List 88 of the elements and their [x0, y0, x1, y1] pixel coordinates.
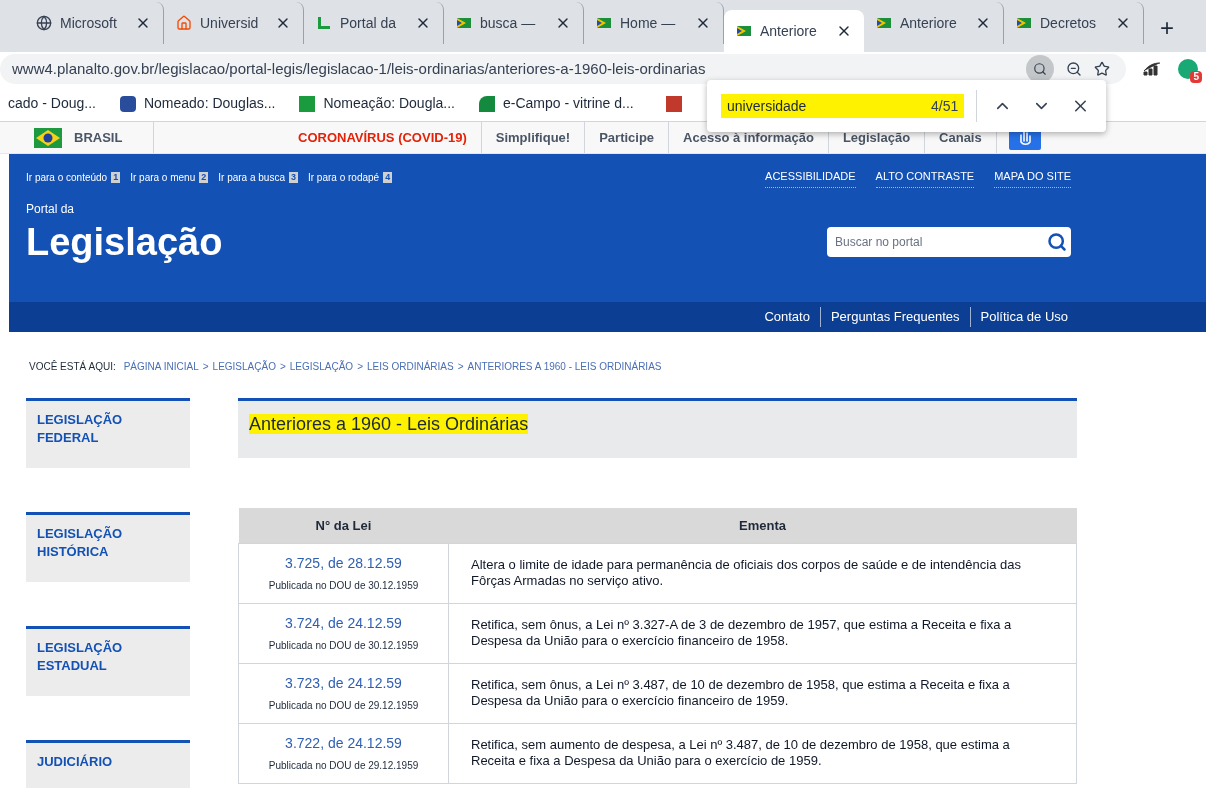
- tab-title: Universid: [200, 13, 260, 33]
- separator: >: [357, 360, 363, 374]
- footer-link[interactable]: Perguntas Frequentes: [830, 309, 960, 325]
- summary-text: Altera o limite de idade para permanência de oficiais dos corpos de saúde e de intendência das Fôrças Armadas no serviço ativo.: [471, 557, 1022, 589]
- flag-icon: [34, 127, 62, 148]
- nav-link[interactable]: Simplifique!: [481, 122, 586, 153]
- skip-link[interactable]: Ir para o menu 2: [130, 168, 209, 188]
- header-link[interactable]: MAPA DO SITE: [994, 168, 1071, 188]
- breadcrumb-link[interactable]: PÁGINA INICIAL: [123, 359, 199, 374]
- globe-icon: [36, 15, 52, 31]
- breadcrumb-label: VOCÊ ESTÁ AQUI:: [29, 359, 116, 374]
- flag-icon: [736, 23, 752, 39]
- footer-link[interactable]: Contato: [764, 309, 810, 325]
- flag-icon: [456, 15, 472, 31]
- publication-note: Publicada no DOU de 30.12.1959: [267, 639, 420, 653]
- bookmark-icon: [119, 95, 136, 112]
- flag-icon: [596, 15, 612, 31]
- nav-link[interactable]: Legislação: [828, 122, 926, 153]
- column-header: Ementa: [448, 508, 1077, 543]
- publication-note: Publicada no DOU de 29.12.1959: [267, 759, 420, 773]
- sidebar-item[interactable]: LEGISLAÇÃO HISTÓRICA: [26, 512, 190, 582]
- tab-title: Anteriore: [900, 13, 958, 33]
- browser-tab[interactable]: busca —: [444, 2, 584, 44]
- bookmark-icon: [299, 95, 316, 112]
- tab-title: Microsoft: [60, 13, 118, 33]
- tab-title: Home —: [620, 13, 677, 33]
- law-link[interactable]: 3.724, de 24.12.59: [239, 613, 448, 634]
- browser-tab[interactable]: Decretos: [1004, 2, 1144, 44]
- nav-link[interactable]: Canais: [925, 122, 997, 153]
- flag-icon: [1016, 15, 1032, 31]
- breadcrumb-link[interactable]: LEGISLAÇÃO: [212, 359, 276, 374]
- browser-tab[interactable]: Portal da: [304, 2, 444, 44]
- bookmark[interactable]: e-Campo - vitrine d...: [479, 93, 634, 114]
- tab-title: Anteriore: [760, 21, 818, 41]
- search-field[interactable]: Buscar no portal: [827, 226, 1071, 257]
- skip-link[interactable]: Ir para o rodapé 4: [308, 168, 393, 188]
- skip-link[interactable]: Ir para a busca 3: [218, 168, 298, 188]
- tab-title: Portal da: [340, 13, 398, 33]
- summary-text: Retifica, sem aumento de despesa, a Lei nº 3.487, de 10 de dezembro de 1958, que estima a Receita e fixa a Despesa da União para o exercício de 1959.: [471, 737, 1011, 769]
- find-icon[interactable]: [1026, 55, 1054, 83]
- find-field[interactable]: universidade 4/51: [721, 94, 965, 118]
- skip-link[interactable]: Ir para o conteúdo 1: [26, 168, 121, 188]
- browser-tab[interactable]: Microsoft: [24, 2, 164, 44]
- tab-title: busca —: [480, 13, 537, 33]
- sidebar-item[interactable]: LEGISLAÇÃO FEDERAL: [26, 398, 190, 468]
- new-tab-button[interactable]: +: [1160, 16, 1174, 40]
- bookmark[interactable]: Nomeação: Dougla...: [299, 93, 455, 114]
- bookmark-icon: [479, 95, 495, 112]
- bookmark-icon[interactable]: [665, 95, 682, 112]
- portal-title: Legislação: [26, 219, 223, 265]
- summary-text: Retifica, sem ônus, a Lei nº 3.487, de 10 de dezembro de 1958, que estima a Receita e fixa a Despesa da União para o exercício financeiro de 1959.: [471, 677, 1011, 709]
- header-link[interactable]: ALTO CONTRASTE: [875, 168, 975, 188]
- breadcrumb-link[interactable]: LEIS ORDINÁRIAS: [367, 359, 454, 374]
- publication-note: Publicada no DOU de 29.12.1959: [267, 699, 420, 713]
- header-link[interactable]: ACESSIBILIDADE: [765, 168, 856, 188]
- zoom-out-icon[interactable]: [1066, 61, 1082, 77]
- badge: 5: [1190, 71, 1202, 83]
- breadcrumb-link[interactable]: ANTERIORES A 1960 - LEIS ORDINÁRIAS: [467, 359, 662, 374]
- law-link[interactable]: 3.722, de 24.12.59: [239, 733, 448, 754]
- browser-tab[interactable]: Universid: [164, 2, 304, 44]
- star-icon[interactable]: [1094, 61, 1110, 77]
- signal-icon[interactable]: [1142, 61, 1162, 77]
- flag-icon: [876, 15, 892, 31]
- nav-link[interactable]: Acesso à informação: [669, 122, 829, 153]
- sidebar-item[interactable]: JUDICIÁRIO: [26, 740, 190, 788]
- browser-tab[interactable]: Anteriore: [724, 10, 864, 52]
- breadcrumb-link[interactable]: LEGISLAÇÃO: [289, 359, 354, 374]
- bookmark[interactable]: Nomeado: Douglas...: [119, 93, 276, 114]
- footer-link[interactable]: Política de Uso: [980, 309, 1068, 325]
- page-title: Anteriores a 1960 - Leis Ordinárias: [249, 414, 529, 434]
- separator: >: [202, 360, 209, 374]
- search-icon[interactable]: [1047, 231, 1067, 252]
- publication-note: Publicada no DOU de 30.12.1959: [267, 579, 420, 593]
- brand-label[interactable]: BRASIL: [74, 127, 123, 148]
- tab-title: Decretos: [1040, 13, 1098, 33]
- law-link[interactable]: 3.723, de 24.12.59: [239, 673, 448, 694]
- separator: >: [279, 360, 286, 374]
- column-header: N° da Lei: [238, 508, 449, 543]
- summary-text: Retifica, sem ônus, a Lei nº 3.327-A de 3 de dezembro de 1957, que estima a Receita e fixa a Despesa da União para o exercício financeiro de 1958.: [471, 617, 1013, 649]
- portal-subtitle: Portal da: [26, 200, 76, 218]
- separator: >: [457, 360, 464, 374]
- bookmark[interactable]: cado - Doug...: [8, 93, 96, 114]
- browser-tab[interactable]: Anteriore: [864, 2, 1004, 44]
- nav-link[interactable]: CORONAVÍRUS (COVID-19): [284, 122, 482, 153]
- nav-link[interactable]: Participe: [585, 122, 670, 153]
- law-link[interactable]: 3.725, de 28.12.59: [239, 553, 448, 574]
- address-field[interactable]: www4.planalto.gov.br/legislacao/portal-legis/legislacao-1/leis-ordinarias/anteriores-a-1960-leis-ordinarias: [0, 54, 1126, 84]
- sidebar-item[interactable]: LEGISLAÇÃO ESTADUAL: [26, 626, 190, 696]
